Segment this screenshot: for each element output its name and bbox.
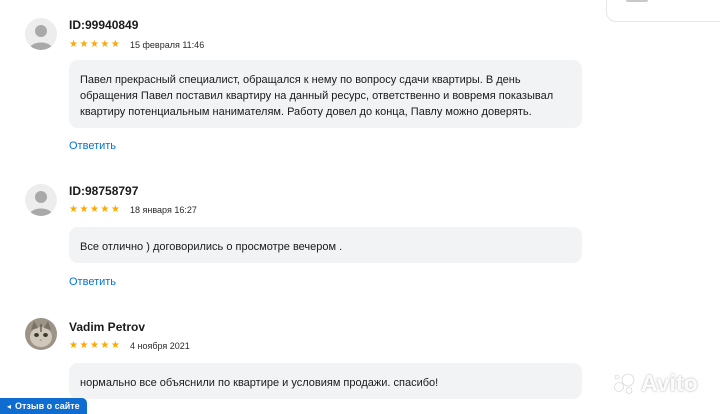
watermark-label: Avito xyxy=(641,370,698,396)
review-text: нормально все объяснили по квартире и ус… xyxy=(69,363,582,399)
star-icon: ★ xyxy=(89,340,99,351)
review-text: Все отлично ) договорились о просмотре в… xyxy=(69,227,582,263)
side-panel-card xyxy=(606,0,720,22)
review-author: ID:99940849 xyxy=(69,18,139,32)
star-icon: ★ xyxy=(69,204,78,215)
star-icon: ★ xyxy=(100,39,110,50)
rating-stars: ★ ★ ★ ★ ★ xyxy=(69,341,120,351)
rating-stars: ★ ★ ★ ★ ★ xyxy=(69,205,120,215)
star-icon: ★ xyxy=(110,39,120,50)
site-feedback-label: Отзыв о сайте xyxy=(15,400,80,411)
star-icon: ★ xyxy=(89,39,99,50)
star-icon: ★ xyxy=(79,204,89,215)
star-icon: ★ xyxy=(89,204,99,215)
cat-photo-avatar xyxy=(25,318,57,350)
default-user-icon xyxy=(25,18,57,50)
review-author: ID:98758797 xyxy=(69,184,139,198)
feedback-chevron-icon: ◂ xyxy=(7,401,12,411)
review-date: 15 февраля 11:46 xyxy=(130,40,205,50)
reply-link[interactable]: Ответить xyxy=(69,140,116,152)
star-icon: ★ xyxy=(110,204,120,215)
site-feedback-button[interactable]: ◂ Отзыв о сайте xyxy=(0,398,87,414)
avito-watermark: Avito xyxy=(612,370,698,397)
star-icon: ★ xyxy=(69,340,78,351)
rating-stars: ★ ★ ★ ★ ★ xyxy=(69,40,120,50)
review-author: Vadim Petrov xyxy=(69,320,146,334)
avito-logo-icon xyxy=(614,373,635,394)
star-icon: ★ xyxy=(100,340,110,351)
star-icon: ★ xyxy=(79,39,89,50)
default-user-icon xyxy=(25,184,57,216)
review-text: Павел прекрасный специалист, обращался к… xyxy=(69,60,582,128)
side-panel-stub xyxy=(626,0,648,2)
star-icon: ★ xyxy=(100,204,110,215)
star-icon: ★ xyxy=(79,340,89,351)
reply-link[interactable]: Ответить xyxy=(69,276,116,288)
star-icon: ★ xyxy=(110,340,120,351)
star-icon: ★ xyxy=(69,39,78,50)
review-date: 18 января 16:27 xyxy=(130,205,197,215)
review-date: 4 ноября 2021 xyxy=(130,341,190,351)
